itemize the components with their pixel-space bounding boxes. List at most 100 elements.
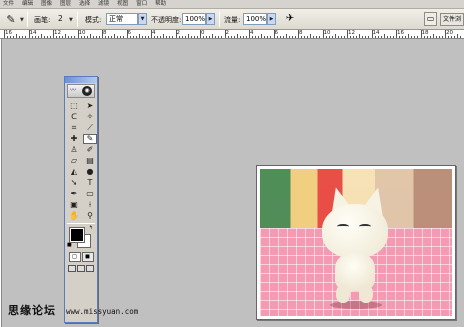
shape-icon[interactable]: ▭: [83, 189, 97, 199]
mode-dropdown-icon[interactable]: ▼: [138, 13, 147, 25]
ruler-tick: [279, 36, 281, 38]
menu-view[interactable]: 视图: [117, 0, 128, 8]
brush-size-value[interactable]: 2: [58, 14, 63, 23]
ruler-tick: [261, 34, 263, 38]
ruler-tick: [111, 36, 113, 38]
ruler-tick: [123, 36, 125, 38]
dodge-icon[interactable]: ●: [83, 167, 97, 177]
ruler-tick: [301, 36, 303, 38]
ruler-tick: [62, 36, 64, 38]
menu-image[interactable]: 图像: [41, 0, 52, 8]
full-screen-menu-mode-icon[interactable]: [76, 265, 85, 272]
history-brush-icon[interactable]: ✐: [83, 145, 97, 155]
ruler-tick: [49, 36, 51, 38]
menu-window[interactable]: 窗口: [136, 0, 147, 8]
marquee-icon[interactable]: ⬚: [67, 101, 81, 111]
path-select-icon[interactable]: ➘: [67, 178, 81, 188]
menu-help[interactable]: 帮助: [155, 0, 166, 8]
ruler-tick: [206, 36, 208, 38]
ruler-tick: [172, 36, 174, 38]
menu-layer[interactable]: 图层: [60, 0, 71, 8]
menu-edit[interactable]: 编辑: [22, 0, 33, 8]
healing-brush-icon[interactable]: ✚: [67, 134, 81, 144]
ruler-tick: [356, 36, 358, 38]
ruler-tick: [383, 34, 385, 38]
ruler-tick: [74, 36, 76, 38]
brush-picker-dropdown-icon[interactable]: ▼: [69, 17, 73, 23]
toolbox-panel[interactable]: 〰 ◉ ⬚ ➤ ᑕ ✧ ⌗ ⟋ ✚ ✎ ♙ ✐ ▱ ▤ ◭ ● ➘ T ✒ ▭ ▣ ⟊ ✋ ⚲ ↰ ■ ◻ ◼: [64, 76, 98, 323]
ruler-tick: [267, 36, 269, 38]
ruler-tick: [28, 30, 30, 38]
ruler-tick: [144, 36, 146, 38]
mode-label: 模式:: [85, 16, 102, 24]
magic-wand-icon[interactable]: ✧: [83, 112, 97, 122]
ruler-tick: [273, 30, 275, 38]
file-browser-tab[interactable]: 文件浏: [440, 13, 464, 26]
standard-mode-icon[interactable]: ◻: [68, 252, 81, 262]
watermark-site-name: 思缘论坛: [8, 304, 56, 317]
airbrush-icon[interactable]: ✈: [283, 12, 297, 26]
ruler-tick: [304, 36, 306, 38]
ruler-tick: [377, 36, 379, 38]
tool-preset-dropdown-icon[interactable]: ▼: [20, 17, 24, 23]
ruler-tick: [221, 36, 223, 38]
brush-icon[interactable]: ✎: [83, 134, 97, 144]
quick-mask-mode-icon[interactable]: ◼: [81, 252, 94, 262]
ruler-tick: [236, 34, 238, 38]
eyedropper-icon[interactable]: ⟊: [83, 200, 97, 210]
crop-icon[interactable]: ⌗: [67, 123, 81, 133]
flow-input[interactable]: 100%: [243, 13, 267, 25]
mode-select[interactable]: 正常: [106, 13, 138, 25]
edit-modes: ◻ ◼: [65, 250, 97, 264]
cat-figurine-photo: [260, 169, 452, 316]
photoshop-logo[interactable]: 〰 ◉: [67, 84, 95, 98]
opacity-slider-icon[interactable]: ▶: [206, 13, 215, 25]
eraser-icon[interactable]: ▱: [67, 156, 81, 166]
menu-filter[interactable]: 滤镜: [98, 0, 109, 8]
ruler-tick: [417, 36, 419, 38]
standard-screen-mode-icon[interactable]: [68, 265, 77, 272]
lasso-icon[interactable]: ᑕ: [67, 112, 81, 122]
ruler-tick: [371, 30, 373, 38]
brush-tool-preset-icon[interactable]: ✎: [4, 13, 18, 26]
brush-label: 画笔:: [34, 16, 51, 24]
ruler-tick: [95, 36, 97, 38]
slice-icon[interactable]: ⟋: [83, 123, 97, 133]
ruler-tick: [285, 34, 287, 38]
ruler-tick: [438, 36, 440, 38]
ruler-tick: [89, 34, 91, 38]
zoom-icon[interactable]: ⚲: [83, 211, 97, 221]
gradient-icon[interactable]: ▤: [83, 156, 97, 166]
pen-icon[interactable]: ✒: [67, 189, 81, 199]
ruler-tick: [441, 36, 443, 38]
ruler-tick: [215, 36, 217, 38]
notes-icon[interactable]: ▣: [67, 200, 81, 210]
full-screen-mode-icon[interactable]: [85, 265, 94, 272]
ruler-tick: [154, 36, 156, 38]
foreground-color-swatch[interactable]: [69, 227, 85, 243]
toolbox-title-bar[interactable]: [65, 77, 97, 83]
clone-stamp-icon[interactable]: ♙: [67, 145, 81, 155]
cat-right-eye: [359, 224, 371, 229]
move-icon[interactable]: ➤: [83, 101, 97, 111]
opacity-input[interactable]: 100%: [182, 13, 206, 25]
ruler-tick: [53, 30, 54, 38]
ruler-tick: [368, 36, 370, 38]
ruler-tick: [37, 36, 39, 38]
type-icon[interactable]: T: [83, 178, 97, 188]
horizontal-ruler: 16 14 12 10 8 6 4 2 0 2 4 6 8 10 12 14 16 18 20: [0, 30, 464, 39]
palette-well-icon[interactable]: ▭: [424, 12, 437, 26]
ruler-tick: [359, 34, 361, 38]
ruler-tick: [429, 36, 431, 38]
watermark-url: www.missyuan.com: [66, 307, 139, 316]
ruler-tick: [56, 36, 58, 38]
ruler-tick: [98, 36, 100, 38]
swap-colors-icon[interactable]: ↰: [89, 226, 93, 231]
menu-file[interactable]: 文件: [3, 0, 14, 8]
document-window[interactable]: [256, 165, 456, 320]
default-colors-icon[interactable]: ■: [67, 243, 72, 248]
flow-slider-icon[interactable]: ▶: [267, 13, 276, 25]
menu-select[interactable]: 选择: [79, 0, 90, 8]
hand-icon[interactable]: ✋: [67, 211, 81, 221]
blur-icon[interactable]: ◭: [67, 167, 81, 177]
